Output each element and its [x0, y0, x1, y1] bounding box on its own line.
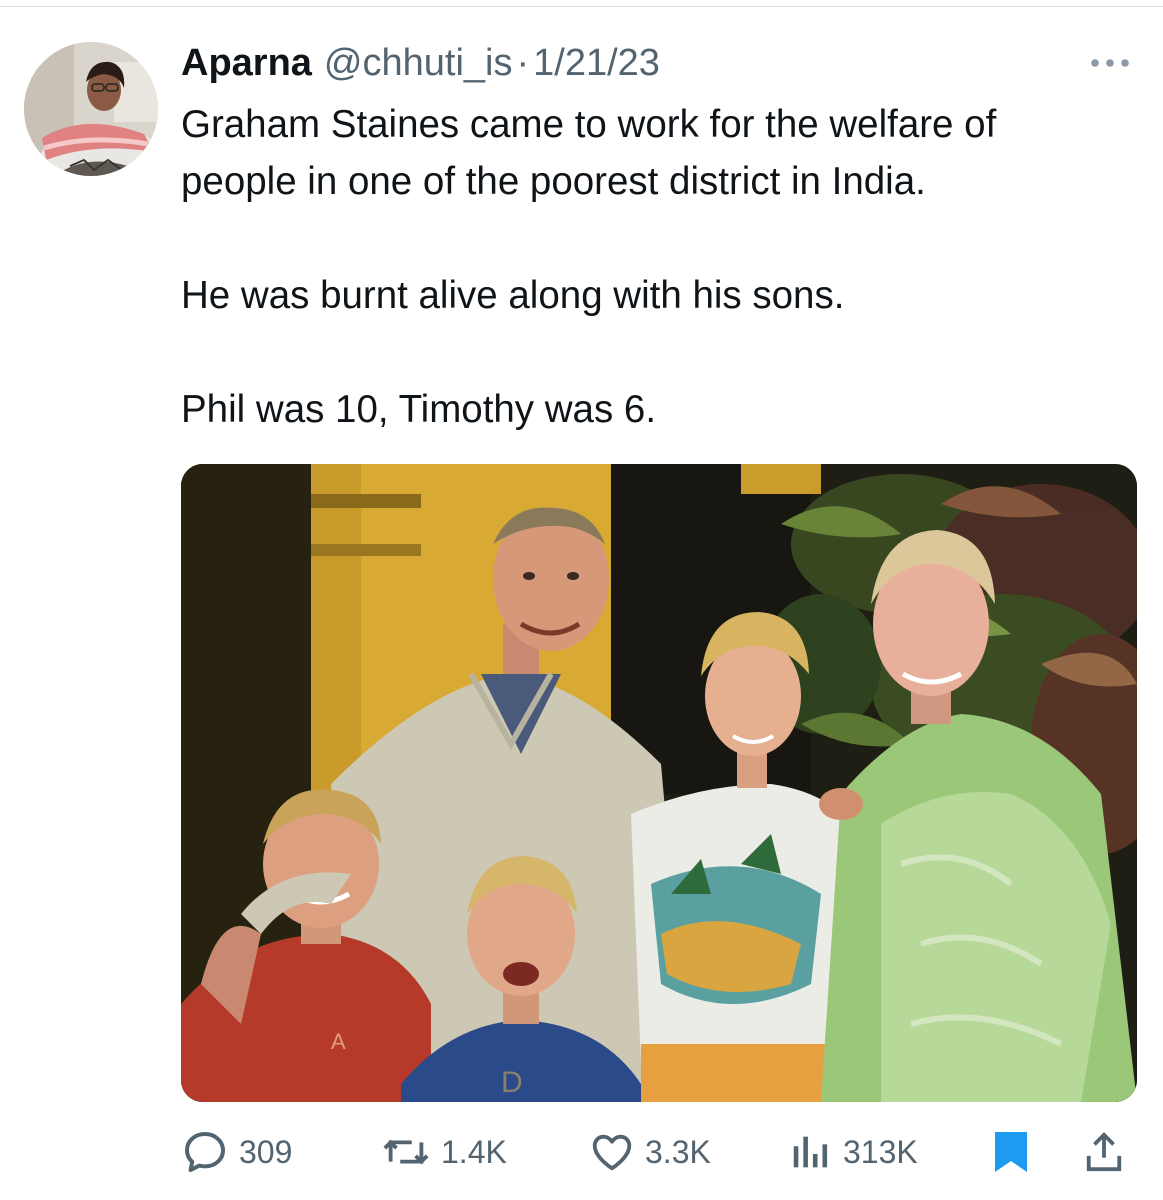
more-options-icon[interactable] [1086, 48, 1134, 78]
family-photo: A D [181, 464, 1137, 1102]
retweet-icon [383, 1139, 429, 1165]
tweet-text: Graham Staines came to work for the welf… [181, 96, 1156, 438]
tweet-date[interactable]: 1/21/23 [533, 38, 660, 88]
header-separator: · [516, 42, 530, 84]
bookmark-icon [995, 1132, 1027, 1172]
retweet-count: 1.4K [441, 1133, 507, 1170]
views-button[interactable]: 313K [789, 1122, 918, 1182]
like-count: 3.3K [645, 1133, 711, 1170]
avatar-photo [24, 42, 158, 176]
reply-icon [185, 1132, 225, 1172]
tweet-text-line: Graham Staines came to work for the welf… [181, 103, 997, 146]
share-icon [1086, 1132, 1122, 1172]
reply-count: 309 [239, 1133, 293, 1170]
top-divider [0, 6, 1163, 7]
tweet-text-line: Phil was 10, Timothy was 6. [181, 388, 657, 431]
tweet-text-line: He was burnt alive along with his sons. [181, 274, 845, 317]
tweet-header: Aparna @chhuti_is · 1/21/23 [181, 38, 660, 88]
author-avatar[interactable] [24, 42, 158, 176]
tweet-text-line: people in one of the poorest district in… [181, 160, 926, 203]
like-button[interactable]: 3.3K [589, 1122, 711, 1182]
views-count: 313K [843, 1133, 918, 1170]
author-display-name[interactable]: Aparna [181, 38, 312, 88]
svg-text:D: D [501, 1066, 523, 1099]
reply-button[interactable]: 309 [181, 1122, 292, 1182]
svg-text:A: A [331, 1029, 346, 1054]
author-handle[interactable]: @chhuti_is [324, 38, 513, 88]
heart-icon [592, 1134, 632, 1171]
share-button[interactable] [1083, 1122, 1125, 1182]
tweet-photo[interactable]: A D [181, 464, 1137, 1102]
retweet-button[interactable]: 1.4K [381, 1122, 507, 1182]
tweet-actions: 309 1.4K 3.3K 313K [181, 1122, 1141, 1182]
bookmark-button[interactable] [991, 1122, 1031, 1182]
views-icon [793, 1136, 828, 1168]
